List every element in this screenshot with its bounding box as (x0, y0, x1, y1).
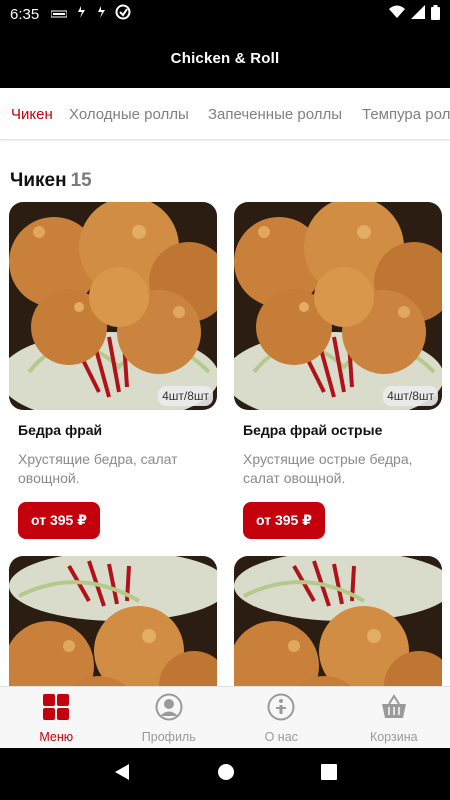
signal-icon (411, 5, 425, 23)
price-button[interactable]: от 395 ₽ (18, 502, 100, 539)
nav-cart[interactable]: Корзина (338, 687, 450, 748)
category-tabs[interactable]: Чикен Холодные роллы Запеченные роллы Те… (0, 88, 450, 140)
no-disturb-icon (115, 4, 131, 24)
product-description: Хрустящие острые бедра, салат овощной. (243, 451, 413, 486)
info-icon (267, 693, 295, 726)
product-card[interactable]: 4шт/8шт Бедра фрай острые Хрустящие остр… (234, 202, 442, 542)
product-name: Бедра фрай острые (243, 422, 383, 438)
tab-chicken[interactable]: Чикен (11, 106, 53, 123)
recents-icon[interactable] (321, 763, 337, 785)
product-image[interactable] (9, 556, 217, 686)
wifi-icon (389, 5, 405, 23)
sync-icon (95, 5, 107, 23)
section-count: 15 (70, 170, 92, 191)
tab-cold-rolls[interactable]: Холодные роллы (69, 106, 189, 123)
portion-badge: 4шт/8шт (158, 386, 213, 406)
app-header: Chicken & Roll (0, 28, 450, 88)
app-title: Chicken & Roll (170, 49, 280, 67)
product-image[interactable] (234, 556, 442, 686)
section-title: Чикен 15 (10, 170, 92, 192)
nav-cart-label: Корзина (369, 730, 418, 744)
bottom-navigation: Меню Профиль О нас Корзина (0, 686, 450, 748)
product-card[interactable] (9, 556, 217, 686)
product-card[interactable]: 4шт/8шт Бедра фрай Хрустящие бедра, сала… (9, 202, 217, 542)
nav-profile-label: Профиль (141, 730, 196, 744)
battery-icon (431, 4, 440, 24)
nav-profile[interactable]: Профиль (113, 687, 226, 748)
nav-about[interactable]: О нас (225, 687, 338, 748)
product-image[interactable]: 4шт/8шт (234, 202, 442, 410)
profile-icon (155, 693, 183, 726)
status-time: 6:35 (10, 5, 40, 23)
section-name: Чикен (10, 170, 67, 191)
portion-badge: 4шт/8шт (383, 386, 438, 406)
nvidia-icon (50, 6, 68, 23)
nav-menu-label: Меню (39, 730, 74, 744)
product-card[interactable] (234, 556, 442, 686)
sync-icon (75, 5, 87, 23)
product-name: Бедра фрай (18, 422, 103, 438)
grid-icon (42, 693, 70, 726)
system-navigation-bar (0, 748, 450, 800)
status-bar: 6:35 (0, 0, 450, 28)
product-image[interactable]: 4шт/8шт (9, 202, 217, 410)
home-icon[interactable] (217, 763, 235, 786)
product-description: Хрустящие бедра, салат овощной. (18, 451, 178, 486)
nav-about-label: О нас (264, 730, 298, 744)
tab-tempura-rolls[interactable]: Темпура роллы (362, 106, 450, 123)
price-button[interactable]: от 395 ₽ (243, 502, 325, 539)
basket-icon (380, 693, 408, 726)
tab-baked-rolls[interactable]: Запеченные роллы (208, 106, 342, 123)
back-icon[interactable] (113, 763, 131, 786)
nav-menu[interactable]: Меню (0, 687, 113, 748)
